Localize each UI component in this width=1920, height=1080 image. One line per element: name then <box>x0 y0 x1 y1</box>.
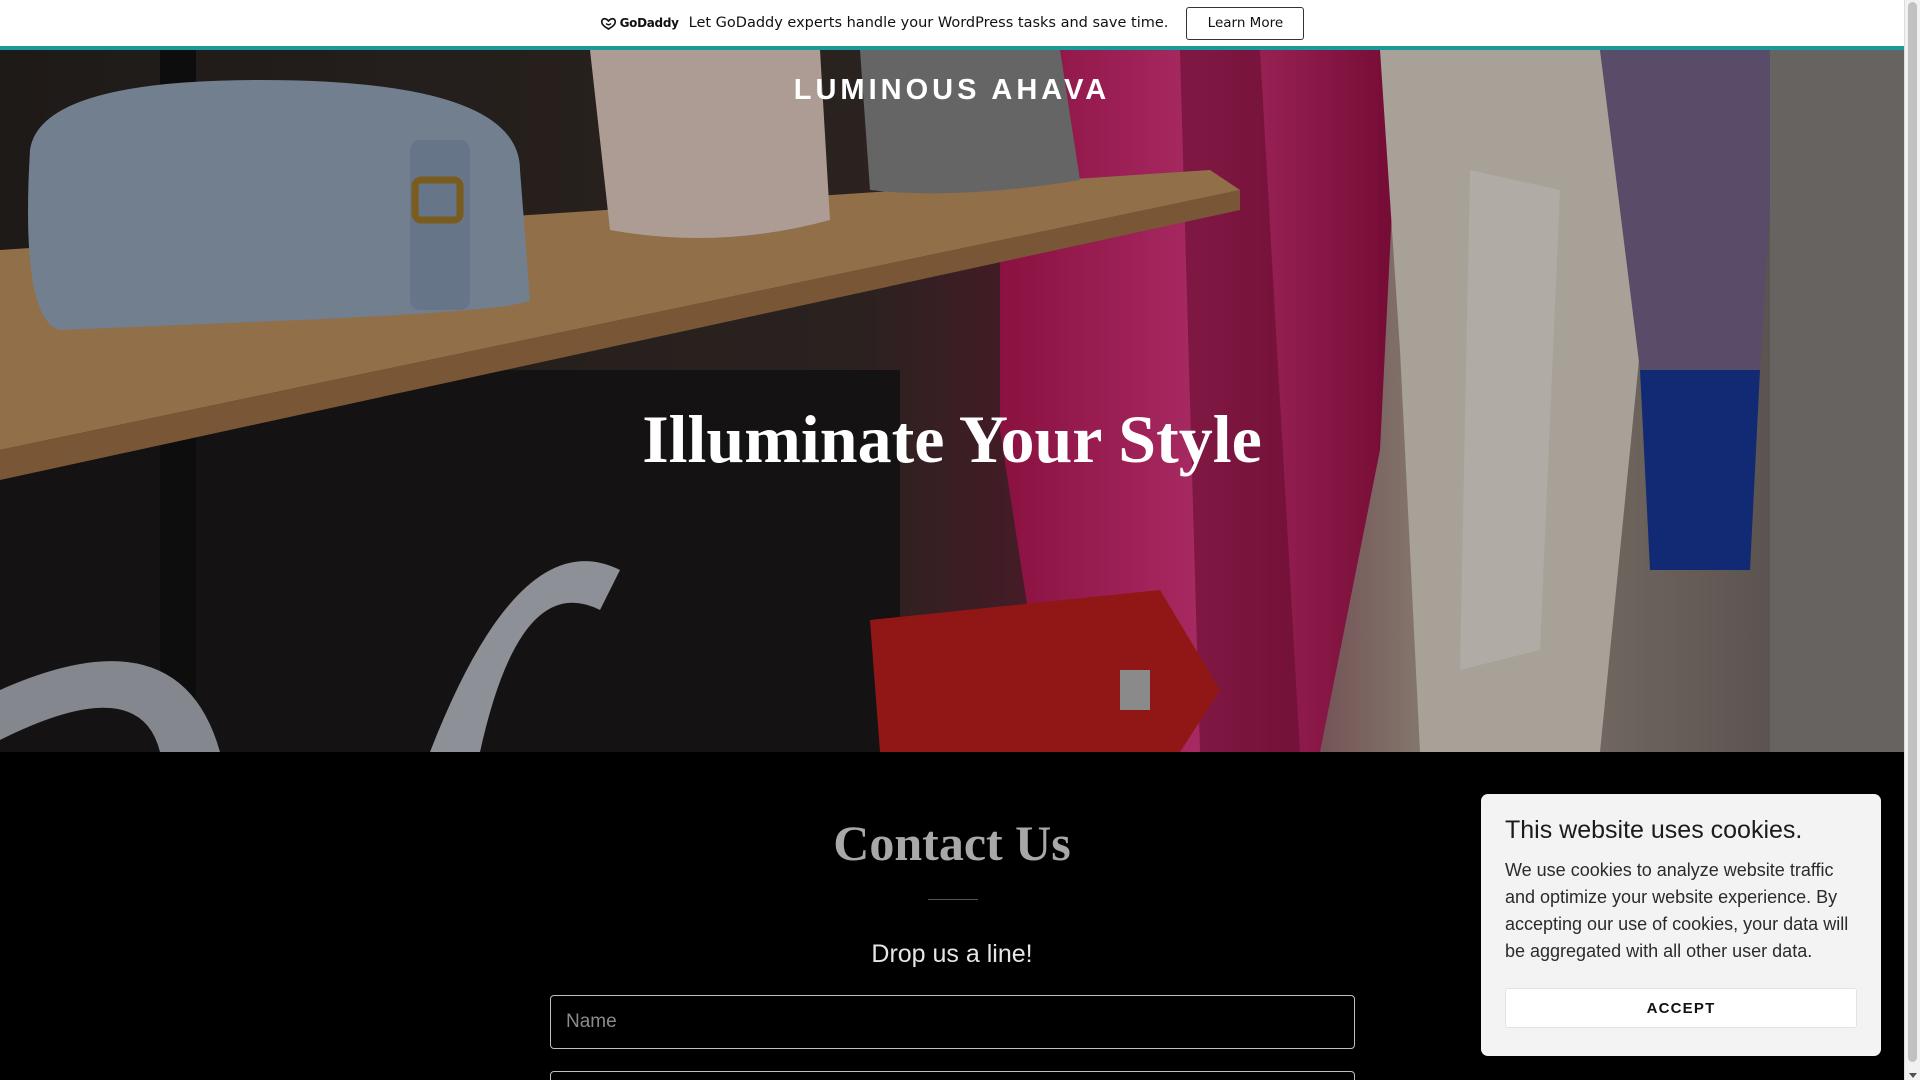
hero-section: LUMINOUS AHAVA Illuminate Your Style <box>0 50 1904 752</box>
promo-message: Let GoDaddy experts handle your WordPres… <box>688 15 1169 31</box>
section-divider <box>928 899 978 900</box>
godaddy-logo-text: GoDaddy <box>619 16 679 30</box>
cookie-consent-panel: This website uses cookies. We use cookie… <box>1481 794 1881 1056</box>
hero-heading: Illuminate Your Style <box>642 401 1262 477</box>
godaddy-logo-icon <box>600 17 616 30</box>
email-field[interactable] <box>550 1071 1355 1080</box>
promo-banner: GoDaddy Let GoDaddy experts handle your … <box>0 0 1904 50</box>
cookie-title: This website uses cookies. <box>1505 816 1803 844</box>
name-field[interactable] <box>550 995 1355 1049</box>
godaddy-logo: GoDaddy <box>600 16 679 30</box>
cookie-text: We use cookies to analyze website traffi… <box>1505 860 1849 961</box>
learn-more-button[interactable]: Learn More <box>1186 6 1305 40</box>
accept-cookies-button[interactable]: ACCEPT <box>1505 988 1857 1028</box>
scrollbar-thumb[interactable] <box>1908 2 1917 1062</box>
page-scrollbar[interactable] <box>1904 0 1920 1080</box>
site-title[interactable]: LUMINOUS AHAVA <box>0 74 1904 107</box>
scroll-down-arrow-icon[interactable] <box>1909 1073 1917 1078</box>
